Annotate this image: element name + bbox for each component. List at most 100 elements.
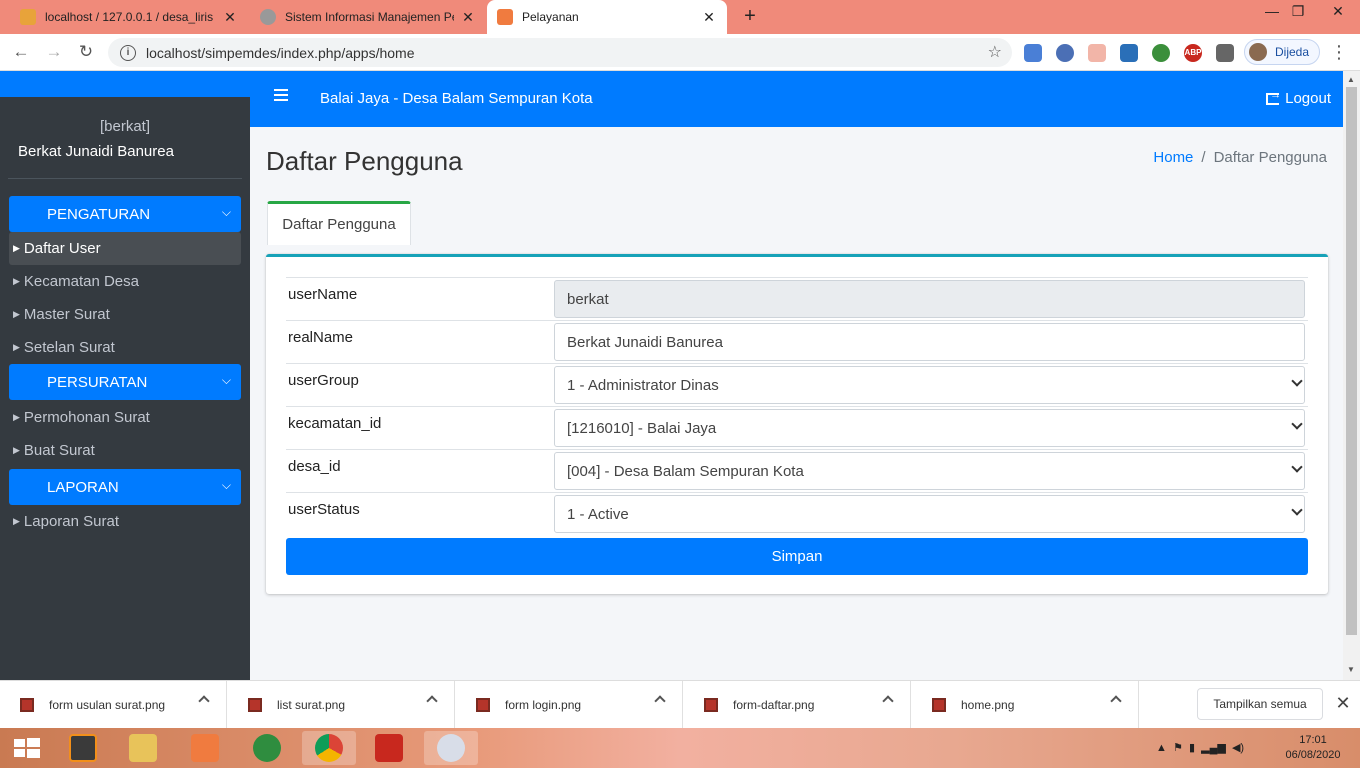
sidebar-item-label: Buat Surat — [23, 442, 95, 459]
window-close-icon[interactable]: ✕ — [1322, 0, 1354, 24]
user-realname: Berkat Junaidi Banurea — [18, 143, 174, 160]
download-filename: form login.png — [505, 698, 582, 712]
sidebar-item-setelan-surat[interactable]: ▶ Setelan Surat — [9, 331, 241, 364]
download-item[interactable]: form login.png — [456, 681, 683, 729]
chevron-up-icon[interactable] — [654, 695, 666, 707]
sublime-text-icon[interactable] — [56, 731, 110, 765]
desa-select[interactable]: [004] - Desa Balam Sempuran Kota — [554, 452, 1305, 490]
browser-menu-icon[interactable]: ⋮ — [1330, 40, 1348, 64]
userstatus-select[interactable]: 1 - Active — [554, 495, 1305, 533]
abp-icon[interactable]: ABP — [1184, 44, 1202, 62]
new-tab-button[interactable]: + — [738, 4, 762, 28]
browser-tab-sim[interactable]: Sistem Informasi Manajemen Pen ✕ — [250, 0, 486, 34]
sidebar-item-master-surat[interactable]: ▶ Master Surat — [9, 298, 241, 331]
download-item[interactable]: home.png — [912, 681, 1139, 729]
xampp-icon[interactable] — [178, 731, 232, 765]
sublime-glyph — [69, 734, 97, 762]
menu-section-label: LAPORAN — [47, 478, 119, 496]
globe-icon[interactable] — [1152, 44, 1170, 62]
kecamatan-select[interactable]: [1216010] - Balai Jaya — [554, 409, 1305, 447]
simpan-button[interactable]: Simpan — [286, 538, 1308, 575]
download-item[interactable]: list surat.png — [228, 681, 455, 729]
sidebar-item-label: Permohonan Surat — [23, 409, 150, 426]
downloads-bar: form usulan surat.png list surat.png for… — [0, 680, 1360, 729]
browser-tab-pelayanan[interactable]: Pelayanan ✕ — [487, 0, 727, 34]
site-info-icon[interactable]: i — [120, 44, 136, 61]
image-file-icon — [932, 698, 946, 712]
acrobat-icon[interactable] — [362, 731, 416, 765]
tab-close-icon[interactable]: ✕ — [701, 9, 717, 26]
image-file-icon — [20, 698, 34, 712]
form-row-usergroup: userGroup 1 - Administrator Dinas — [286, 363, 1308, 406]
userstatus-label: userStatus — [288, 501, 360, 518]
download-item[interactable]: form usulan surat.png — [0, 681, 227, 729]
puzzle-icon[interactable] — [1216, 44, 1234, 62]
globe-icon — [260, 9, 276, 25]
sidebar: [berkat] Berkat Junaidi Banurea PENGATUR… — [0, 71, 250, 680]
system-tray[interactable]: ▲ ⚑ ▮ ▂▄▆ ◀) — [1156, 741, 1244, 754]
logout-button[interactable]: Logout — [1266, 89, 1331, 107]
menu-section-label: PENGATURAN — [47, 205, 151, 223]
file-explorer-icon[interactable] — [116, 731, 170, 765]
sidebar-item-kecamatan-desa[interactable]: ▶ Kecamatan Desa — [9, 265, 241, 298]
profile-name: Dijeda — [1275, 45, 1310, 59]
page-scrollbar[interactable]: ▲ ▼ — [1343, 71, 1360, 680]
form-row-kecamatan: kecamatan_id [1216010] - Balai Jaya — [286, 406, 1308, 449]
windows-taskbar: ▲ ⚑ ▮ ▂▄▆ ◀) 17:01 06/08/2020 — [0, 728, 1360, 768]
chevron-up-icon[interactable] — [882, 695, 894, 707]
breadcrumb-home-link[interactable]: Home — [1153, 149, 1193, 166]
hamburger-menu-icon[interactable] — [274, 89, 288, 101]
realname-label: realName — [288, 329, 354, 346]
profile-button[interactable]: Dijeda — [1244, 39, 1320, 65]
scrollbar-thumb[interactable] — [1346, 87, 1357, 635]
tab-close-icon[interactable]: ✕ — [460, 9, 476, 26]
pdf-icon[interactable] — [1088, 44, 1106, 62]
screen-icon[interactable] — [1120, 44, 1138, 62]
close-icon[interactable]: ✕ — [1334, 693, 1352, 715]
tab-daftar-pengguna[interactable]: Daftar Pengguna — [267, 201, 411, 245]
taskbar-clock[interactable]: 17:01 06/08/2020 — [1278, 733, 1348, 763]
sidebar-brand-bar — [0, 71, 250, 97]
logout-label: Logout — [1285, 90, 1331, 107]
bookmark-star-icon[interactable]: ☆ — [988, 42, 1002, 62]
paint-glyph — [437, 734, 465, 762]
idm-glyph — [253, 734, 281, 762]
menu-section-laporan[interactable]: LAPORAN ⌵ — [9, 469, 241, 505]
username-input[interactable] — [554, 280, 1305, 318]
browser-tab-phpmyadmin[interactable]: localhost / 127.0.0.1 / desa_liris / ✕ — [10, 0, 248, 34]
image-file-icon — [704, 698, 718, 712]
chevron-up-icon[interactable] — [426, 695, 438, 707]
sidebar-item-buat-surat[interactable]: ▶ Buat Surat — [9, 434, 241, 467]
sidebar-item-daftar-user[interactable]: ▶ Daftar User — [9, 232, 241, 265]
back-icon[interactable]: ← — [9, 40, 33, 64]
chevron-up-icon[interactable] — [1110, 695, 1122, 707]
windows-start-icon[interactable] — [0, 731, 54, 765]
address-bar[interactable]: i localhost/simpemdes/index.php/apps/hom… — [108, 38, 1012, 67]
sidebar-item-laporan-surat[interactable]: ▶ Laporan Surat — [9, 505, 241, 538]
translate-icon[interactable] — [1024, 44, 1042, 62]
download-filename: form-daftar.png — [733, 698, 815, 712]
realname-input[interactable] — [554, 323, 1305, 361]
menu-section-persuratan[interactable]: PERSURATAN ⌵ — [9, 364, 241, 400]
usergroup-select[interactable]: 1 - Administrator Dinas — [554, 366, 1305, 404]
tab-close-icon[interactable]: ✕ — [222, 9, 238, 26]
forward-icon[interactable]: → — [42, 40, 66, 64]
clock-time: 17:01 — [1299, 734, 1327, 746]
sidebar-item-permohonan-surat[interactable]: ▶ Permohonan Surat — [9, 401, 241, 434]
menu-section-pengaturan[interactable]: PENGATURAN ⌵ — [9, 196, 241, 232]
url-text: localhost/simpemdes/index.php/apps/home — [146, 44, 415, 61]
paint-icon[interactable] — [424, 731, 478, 765]
caret-right-icon: ▶ — [13, 412, 20, 422]
show-all-downloads-button[interactable]: Tampilkan semua — [1197, 688, 1323, 720]
reload-icon[interactable]: ↻ — [74, 40, 98, 64]
chrome-icon[interactable] — [302, 731, 356, 765]
username-label: userName — [288, 286, 358, 303]
restore-icon[interactable]: ❐ — [1282, 0, 1314, 24]
download-item[interactable]: form-daftar.png — [684, 681, 911, 729]
opera-icon[interactable] — [1056, 44, 1074, 62]
chevron-up-icon[interactable] — [198, 695, 210, 707]
kecamatan-label: kecamatan_id — [288, 415, 382, 432]
scroll-down-icon[interactable]: ▼ — [1347, 665, 1355, 674]
internet-download-manager-icon[interactable] — [240, 731, 294, 765]
scroll-up-icon[interactable]: ▲ — [1347, 75, 1355, 84]
